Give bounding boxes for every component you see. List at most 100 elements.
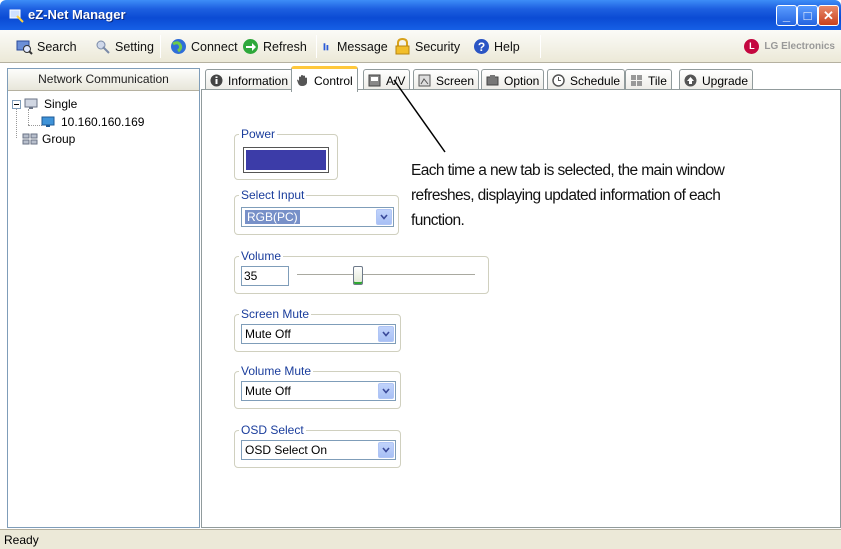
tab-tile[interactable]: Tile xyxy=(625,69,672,91)
window-title: eZ-Net Manager xyxy=(28,7,126,22)
volume-group: Volume 35 xyxy=(234,249,489,294)
tile-icon xyxy=(631,75,642,86)
osd-select-value: OSD Select On xyxy=(245,443,328,457)
tab-information[interactable]: Information xyxy=(205,69,294,91)
search-label: Search xyxy=(37,39,77,54)
minimize-button[interactable]: _ xyxy=(776,5,797,26)
search-button[interactable]: Search xyxy=(16,38,77,55)
volume-mute-dropdown[interactable]: Mute Off xyxy=(241,381,396,401)
volume-slider-thumb[interactable] xyxy=(352,266,363,285)
connect-button[interactable]: Connect xyxy=(170,38,238,55)
tab-screen[interactable]: Screen xyxy=(413,69,480,91)
av-icon xyxy=(368,74,381,87)
tab-label: Information xyxy=(228,73,289,88)
lock-icon xyxy=(395,38,410,55)
tab-label: A/V xyxy=(386,73,406,88)
volume-mute-value: Mute Off xyxy=(245,384,291,398)
status-bar: Ready xyxy=(0,529,841,549)
security-label: Security xyxy=(415,39,461,54)
power-label: Power xyxy=(239,127,278,141)
setting-label: Setting xyxy=(115,39,154,54)
lg-logo-icon: L xyxy=(744,39,760,54)
volume-mute-label: Volume Mute xyxy=(239,364,314,378)
svg-text:?: ? xyxy=(478,40,485,54)
tab-label: Tile xyxy=(648,73,667,88)
chevron-down-icon[interactable] xyxy=(378,326,394,342)
toolbar-separator xyxy=(160,35,161,58)
tab-av[interactable]: A/V xyxy=(363,69,411,91)
hand-icon xyxy=(297,75,307,86)
app-icon xyxy=(9,9,24,23)
tab-label: Control xyxy=(314,73,353,88)
chevron-down-icon[interactable] xyxy=(376,209,392,225)
refresh-button[interactable]: Refresh xyxy=(242,38,307,55)
tree-ip-label: 10.160.160.169 xyxy=(61,115,145,129)
tab-upgrade[interactable]: Upgrade xyxy=(679,69,754,91)
refresh-label: Refresh xyxy=(263,39,307,54)
volume-slider-track[interactable] xyxy=(297,274,475,276)
select-input-label: Select Input xyxy=(239,188,307,202)
tab-label: Option xyxy=(504,73,540,88)
group-icon xyxy=(22,133,38,145)
refresh-icon xyxy=(243,39,258,54)
tab-schedule[interactable]: Schedule xyxy=(547,69,626,91)
tree-item-single[interactable]: Single xyxy=(12,97,77,111)
tab-option[interactable]: Option xyxy=(481,69,545,91)
osd-select-group: OSD Select OSD Select On xyxy=(234,423,401,468)
select-input-value: RGB(PC) xyxy=(245,210,300,224)
select-input-dropdown[interactable]: RGB(PC) xyxy=(241,207,394,227)
connect-label: Connect xyxy=(191,39,238,54)
upgrade-icon xyxy=(684,74,697,87)
chevron-down-icon[interactable] xyxy=(378,442,394,458)
power-toggle[interactable] xyxy=(243,147,329,173)
minimize-icon: _ xyxy=(782,8,791,23)
screen-mute-value: Mute Off xyxy=(245,327,291,341)
tree-single-label: Single xyxy=(44,97,78,111)
volume-input[interactable]: 35 xyxy=(241,266,289,286)
toolbar-separator xyxy=(316,35,317,58)
status-text: Ready xyxy=(4,533,39,547)
brand-logo: L LG Electronics xyxy=(744,39,835,54)
select-input-group: Select Input RGB(PC) xyxy=(234,188,399,235)
tree-item-group[interactable]: Group xyxy=(22,132,75,146)
title-bar: eZ-Net Manager _ □ ✕ xyxy=(0,0,841,30)
osd-select-label: OSD Select xyxy=(239,423,306,437)
close-button[interactable]: ✕ xyxy=(818,5,839,26)
screen-mute-dropdown[interactable]: Mute Off xyxy=(241,324,396,344)
screen-mute-group: Screen Mute Mute Off xyxy=(234,307,401,352)
message-button[interactable]: Message xyxy=(323,38,388,55)
tree-connector xyxy=(28,125,42,126)
monitor-icon xyxy=(41,116,55,127)
chevron-down-icon[interactable] xyxy=(378,383,394,399)
network-panel-header: Network Communication xyxy=(8,69,199,91)
screen-mute-label: Screen Mute xyxy=(239,307,312,321)
tab-label: Screen xyxy=(436,73,475,88)
volume-mute-group: Volume Mute Mute Off xyxy=(234,364,401,409)
message-label: Message xyxy=(337,39,388,54)
toolbar: Search Setting Connect Refresh Message S… xyxy=(0,30,841,63)
setting-icon xyxy=(96,40,110,54)
help-button[interactable]: ? Help xyxy=(473,38,520,55)
help-icon: ? xyxy=(474,39,489,54)
collapse-icon[interactable] xyxy=(12,99,21,109)
power-group: Power xyxy=(234,127,338,180)
close-icon: ✕ xyxy=(823,8,834,23)
tree-connector xyxy=(28,109,29,125)
volume-label: Volume xyxy=(239,249,284,263)
tree-item-ip[interactable]: 10.160.160.169 xyxy=(41,115,144,129)
osd-select-dropdown[interactable]: OSD Select On xyxy=(241,440,396,460)
info-icon xyxy=(210,74,223,87)
maximize-button[interactable]: □ xyxy=(797,5,818,26)
network-panel: Network Communication Single 10.160.160.… xyxy=(7,68,200,528)
tab-control[interactable]: Control xyxy=(291,66,358,92)
clock-icon xyxy=(552,74,565,87)
volume-value: 35 xyxy=(244,269,258,283)
setting-button[interactable]: Setting xyxy=(94,38,154,55)
tab-bar: Information Control A/V Screen Option Sc… xyxy=(201,66,841,92)
tree-group-label: Group xyxy=(42,132,76,146)
search-icon xyxy=(16,40,33,55)
security-button[interactable]: Security xyxy=(394,38,460,55)
annotation-text: Each time a new tab is selected, the mai… xyxy=(411,162,725,229)
toolbar-separator xyxy=(540,35,541,58)
monitor-group-icon xyxy=(24,98,38,109)
